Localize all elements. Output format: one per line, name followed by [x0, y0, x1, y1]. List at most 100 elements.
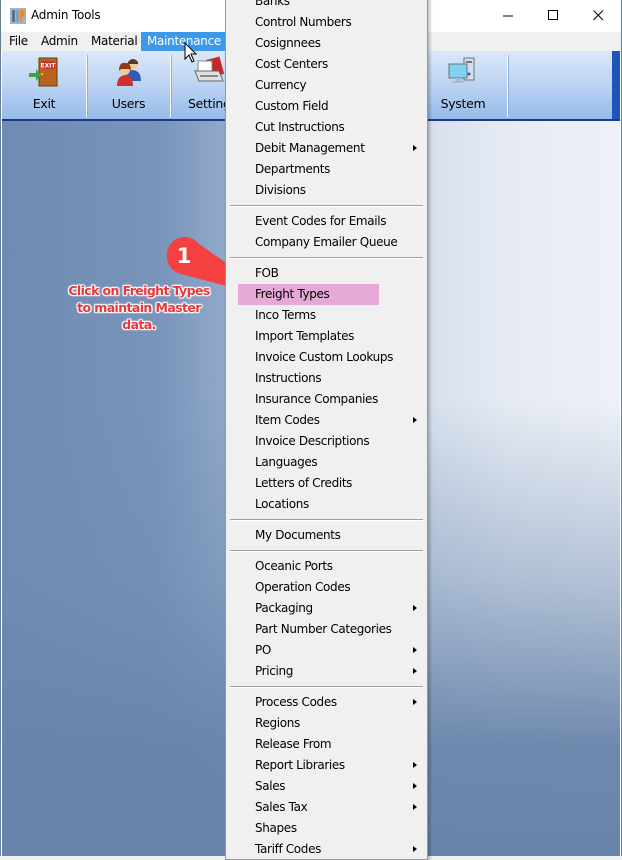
menu-item-cosignnees[interactable]: Cosignnees [228, 33, 425, 54]
mouse-cursor-icon [184, 42, 198, 63]
menu-item-my-documents[interactable]: My Documents [228, 525, 425, 546]
menu-item-po[interactable]: PO [228, 640, 425, 661]
menu-item-instructions[interactable]: Instructions [228, 368, 425, 389]
exit-button[interactable]: EXIT Exit [2, 51, 86, 119]
minimize-icon [502, 15, 513, 16]
menu-item-import-templates[interactable]: Import Templates [228, 326, 425, 347]
menu-item-operation-codes[interactable]: Operation Codes [228, 577, 425, 598]
menu-file[interactable]: File [3, 32, 34, 51]
menu-item-label: Report Libraries [255, 758, 345, 772]
submenu-arrow-icon [413, 846, 417, 852]
menu-item-label: Event Codes for Emails [255, 214, 387, 228]
menu-item-label: Currency [255, 78, 307, 92]
menu-item-debit-management[interactable]: Debit Management [228, 138, 425, 159]
users-button[interactable]: Users [87, 51, 170, 119]
menu-separator [230, 519, 423, 521]
menu-item-label: Pricing [255, 664, 293, 678]
menu-item-packaging[interactable]: Packaging [228, 598, 425, 619]
menu-item-departments[interactable]: Departments [228, 159, 425, 180]
window-title: Admin Tools [31, 8, 101, 22]
menu-item-regions[interactable]: Regions [228, 713, 425, 734]
menu-item-item-codes[interactable]: Item Codes [228, 410, 425, 431]
menu-item-sales[interactable]: Sales [228, 776, 425, 797]
menu-item-label: Shapes [255, 821, 297, 835]
menu-item-label: PO [255, 643, 271, 657]
menu-item-label: Part Number Categories [255, 622, 392, 636]
menu-item-letters-of-credits[interactable]: Letters of Credits [228, 473, 425, 494]
menu-item-label: Custom Field [255, 99, 329, 113]
menu-item-label: Banks [255, 0, 290, 8]
menu-item-label: Inco Terms [255, 308, 316, 322]
submenu-arrow-icon [413, 605, 417, 611]
system-button[interactable]: System [420, 51, 506, 119]
menu-item-pricing[interactable]: Pricing [228, 661, 425, 682]
menu-item-report-libraries[interactable]: Report Libraries [228, 755, 425, 776]
menu-separator [230, 686, 423, 688]
menu-item-company-emailer-queue[interactable]: Company Emailer Queue [228, 232, 425, 253]
minimize-button[interactable] [485, 0, 531, 30]
menu-item-label: Oceanic Ports [255, 559, 333, 573]
admin-tools-window: Admin Tools File Admin Material Maintena… [0, 0, 622, 860]
maximize-icon [547, 9, 558, 20]
users-icon [116, 59, 141, 86]
menu-item-release-from[interactable]: Release From [228, 734, 425, 755]
menu-item-label: Process Codes [255, 695, 337, 709]
menu-item-cost-centers[interactable]: Cost Centers [228, 54, 425, 75]
menu-item-custom-field[interactable]: Custom Field [228, 96, 425, 117]
menu-item-invoice-custom-lookups[interactable]: Invoice Custom Lookups [228, 347, 425, 368]
menu-item-label: Insurance Companies [255, 392, 378, 406]
menu-item-label: Freight Types [255, 287, 330, 301]
menu-item-label: Control Numbers [255, 15, 352, 29]
menu-item-inco-terms[interactable]: Inco Terms [228, 305, 425, 326]
close-icon [592, 9, 603, 20]
submenu-arrow-icon [413, 417, 417, 423]
menu-item-freight-types[interactable]: Freight Types [238, 284, 379, 305]
menu-item-divisions[interactable]: Divisions [228, 180, 425, 201]
menu-admin[interactable]: Admin [35, 32, 84, 51]
menu-item-process-codes[interactable]: Process Codes [228, 692, 425, 713]
menu-separator [230, 550, 423, 552]
submenu-arrow-icon [413, 804, 417, 810]
menu-item-label: Debit Management [255, 141, 365, 155]
menu-item-label: Invoice Descriptions [255, 434, 370, 448]
maintenance-dropdown-menu: Banks Control Numbers Cosignnees Cost Cente… [225, 0, 428, 860]
menu-item-insurance-companies[interactable]: Insurance Companies [228, 389, 425, 410]
menu-item-oceanic-ports[interactable]: Oceanic Ports [228, 556, 425, 577]
menu-item-sales-tax[interactable]: Sales Tax [228, 797, 425, 818]
menu-item-label: Departments [255, 162, 331, 176]
annotation-step-number: 1 [176, 244, 192, 268]
menu-separator [230, 257, 423, 259]
menu-item-cut-instructions[interactable]: Cut Instructions [228, 117, 425, 138]
svg-text:EXIT: EXIT [40, 63, 56, 70]
menu-item-part-number-categories[interactable]: Part Number Categories [228, 619, 425, 640]
submenu-arrow-icon [413, 699, 417, 705]
menu-item-currency[interactable]: Currency [228, 75, 425, 96]
menu-item-label: My Documents [255, 528, 341, 542]
menu-item-control-numbers[interactable]: Control Numbers [228, 12, 425, 33]
menu-item-invoice-descriptions[interactable]: Invoice Descriptions [228, 431, 425, 452]
menu-material[interactable]: Material [85, 32, 143, 51]
menu-item-label: Item Codes [255, 413, 320, 427]
menu-item-tariff-codes[interactable]: Tariff Codes [228, 839, 425, 860]
menu-item-fob[interactable]: FOB [228, 263, 425, 284]
menu-item-banks[interactable]: Banks [228, 0, 425, 12]
menu-item-label: Cost Centers [255, 57, 328, 71]
toolbar-separator [507, 55, 508, 117]
close-button[interactable] [575, 0, 621, 30]
menu-item-label: Letters of Credits [255, 476, 353, 490]
menu-item-event-codes-for-emails[interactable]: Event Codes for Emails [228, 211, 425, 232]
menu-item-locations[interactable]: Locations [228, 494, 425, 515]
menu-item-label: Invoice Custom Lookups [255, 350, 394, 364]
menu-item-label: FOB [255, 266, 279, 280]
menu-item-label: Languages [255, 455, 318, 469]
menu-item-shapes[interactable]: Shapes [228, 818, 425, 839]
users-label: Users [111, 96, 146, 111]
menu-item-label: Company Emailer Queue [255, 235, 398, 249]
menu-item-languages[interactable]: Languages [228, 452, 425, 473]
menu-item-label: Instructions [255, 371, 322, 385]
computer-system-icon [448, 57, 475, 83]
menu-item-label: Sales [255, 779, 286, 793]
maximize-button[interactable] [530, 0, 576, 30]
admin-tools-icon [10, 8, 26, 24]
menu-item-label: Cosignnees [255, 36, 321, 50]
